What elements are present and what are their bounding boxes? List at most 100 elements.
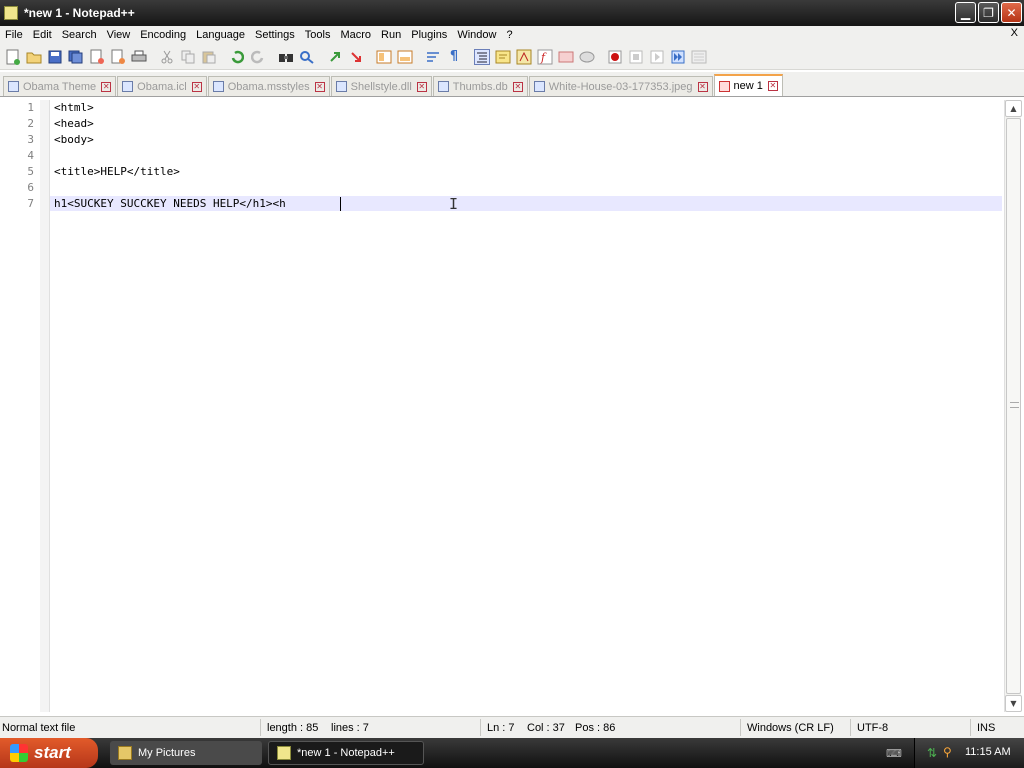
status-lines: lines : 7: [331, 722, 369, 734]
scrollbar-thumb[interactable]: [1006, 118, 1021, 694]
toolbar-separator: [466, 48, 470, 66]
print-icon[interactable]: [130, 48, 148, 66]
tab-obama-msstyles[interactable]: Obama.msstyles ✕: [207, 76, 330, 96]
close-icon[interactable]: [88, 48, 106, 66]
replace-icon[interactable]: [298, 48, 316, 66]
tab-close-icon[interactable]: ✕: [314, 81, 325, 92]
menu-help[interactable]: ?: [501, 29, 517, 41]
tab-new-1[interactable]: new 1 ✕: [713, 74, 783, 96]
zoom-in-icon[interactable]: [326, 48, 344, 66]
tab-close-icon[interactable]: ✕: [416, 81, 427, 92]
new-file-icon[interactable]: [4, 48, 22, 66]
notepadpp-icon: [4, 6, 18, 20]
status-length: length : 85: [267, 722, 319, 734]
cut-icon[interactable]: [158, 48, 176, 66]
function-list-icon[interactable]: f: [536, 48, 554, 66]
mouse-ibeam-cursor: I: [449, 195, 459, 213]
show-all-chars-icon[interactable]: ¶: [445, 48, 463, 66]
sync-h-icon[interactable]: [396, 48, 414, 66]
code-line[interactable]: <title>HELP</title>: [54, 165, 180, 178]
status-insert-mode[interactable]: INS: [977, 722, 995, 734]
menu-search[interactable]: Search: [57, 29, 102, 41]
menu-edit[interactable]: Edit: [28, 29, 57, 41]
tab-obama-theme[interactable]: Obama Theme ✕: [3, 76, 117, 96]
network-icon[interactable]: ⇅: [927, 746, 937, 760]
start-button[interactable]: start: [0, 738, 98, 768]
status-bar: Normal text file length : 85 lines : 7 L…: [0, 716, 1024, 738]
monitor-icon[interactable]: [578, 48, 596, 66]
search-icon[interactable]: ⚲: [943, 745, 952, 759]
tab-close-icon[interactable]: ✕: [512, 81, 523, 92]
status-encoding[interactable]: UTF-8: [857, 722, 888, 734]
document-icon: [212, 81, 224, 92]
fold-margin[interactable]: [40, 100, 50, 712]
document-icon: [122, 81, 134, 92]
menu-settings[interactable]: Settings: [250, 29, 300, 41]
save-all-icon[interactable]: [67, 48, 85, 66]
indent-guide-icon[interactable]: [473, 48, 491, 66]
keyboard-icon[interactable]: ⌨: [886, 747, 902, 760]
scrollbar-grip-icon: [1010, 402, 1019, 408]
zoom-out-icon[interactable]: [347, 48, 365, 66]
doc-map-icon[interactable]: [515, 48, 533, 66]
vertical-scrollbar[interactable]: ▲ ▼: [1004, 100, 1022, 712]
status-line-number: Ln : 7: [487, 722, 515, 734]
scroll-down-icon[interactable]: ▼: [1005, 695, 1022, 712]
save-macro-icon[interactable]: [690, 48, 708, 66]
clock[interactable]: 11:15 AM: [965, 746, 1011, 758]
restore-button[interactable]: ❐: [978, 2, 999, 23]
toolbar: ¶ f: [0, 44, 1024, 70]
open-file-icon[interactable]: [25, 48, 43, 66]
redo-icon[interactable]: [249, 48, 267, 66]
tab-close-icon[interactable]: ✕: [191, 81, 202, 92]
taskbar-item-notepadpp[interactable]: *new 1 - Notepad++: [268, 741, 424, 765]
close-button[interactable]: ✕: [1001, 2, 1022, 23]
code-line[interactable]: <head>: [54, 117, 94, 130]
code-line[interactable]: <html>: [54, 101, 94, 114]
tab-thumbs-db[interactable]: Thumbs.db ✕: [432, 76, 528, 96]
close-all-icon[interactable]: [109, 48, 127, 66]
menu-encoding[interactable]: Encoding: [135, 29, 191, 41]
menu-view[interactable]: View: [102, 29, 136, 41]
word-wrap-icon[interactable]: [424, 48, 442, 66]
menu-language[interactable]: Language: [191, 29, 250, 41]
stop-macro-icon[interactable]: [627, 48, 645, 66]
paste-icon[interactable]: [200, 48, 218, 66]
menu-macro[interactable]: Macro: [335, 29, 376, 41]
line-number: 4: [27, 149, 34, 162]
find-icon[interactable]: [277, 48, 295, 66]
record-macro-icon[interactable]: [606, 48, 624, 66]
status-eol-format[interactable]: Windows (CR LF): [747, 722, 834, 734]
play-macro-icon[interactable]: [648, 48, 666, 66]
menu-window[interactable]: Window: [452, 29, 501, 41]
undo-icon[interactable]: [228, 48, 246, 66]
minimize-button[interactable]: ▁: [955, 2, 976, 23]
run-macro-multiple-icon[interactable]: [669, 48, 687, 66]
save-icon[interactable]: [46, 48, 64, 66]
code-line[interactable]: <body>: [54, 133, 94, 146]
tab-label: Obama.msstyles: [227, 80, 310, 93]
menu-plugins[interactable]: Plugins: [406, 29, 452, 41]
folder-workspace-icon[interactable]: [557, 48, 575, 66]
tab-white-house-jpeg[interactable]: White-House-03-177353.jpeg ✕: [528, 76, 713, 96]
status-position: Pos : 86: [575, 722, 616, 734]
text-editor[interactable]: 1 2 3 4 5 6 7 <html> <head> <body> <titl…: [0, 96, 1024, 714]
tab-shellstyle-dll[interactable]: Shellstyle.dll ✕: [330, 76, 432, 96]
taskbar-item-my-pictures[interactable]: My Pictures: [110, 741, 262, 765]
code-line[interactable]: h1<SUCKEY SUCCKEY NEEDS HELP</h1><h: [54, 197, 292, 210]
line-number: 3: [27, 133, 34, 146]
menu-tools[interactable]: Tools: [300, 29, 336, 41]
menu-file[interactable]: File: [0, 29, 28, 41]
user-lang-icon[interactable]: [494, 48, 512, 66]
tab-close-icon[interactable]: ✕: [101, 81, 112, 92]
menu-run[interactable]: Run: [376, 29, 406, 41]
tab-obama-icl[interactable]: Obama.icl ✕: [117, 76, 207, 96]
tab-label: new 1: [733, 80, 763, 92]
document-icon: [8, 81, 19, 92]
sync-v-icon[interactable]: [375, 48, 393, 66]
copy-icon[interactable]: [179, 48, 197, 66]
tab-close-icon[interactable]: ✕: [697, 81, 708, 92]
scroll-up-icon[interactable]: ▲: [1005, 100, 1022, 117]
close-document-button[interactable]: X: [1011, 27, 1018, 39]
tab-close-icon[interactable]: ✕: [767, 81, 778, 91]
